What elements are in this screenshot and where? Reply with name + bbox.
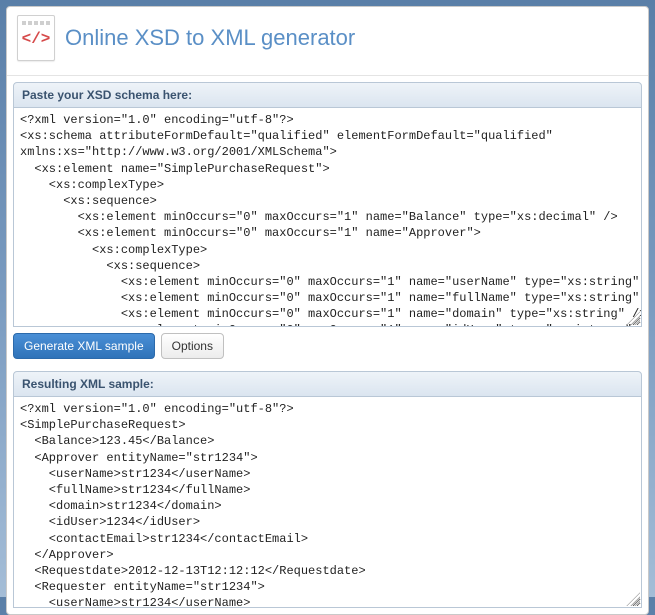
input-label: Paste your XSD schema here: (13, 82, 642, 108)
toolbar: Generate XML sample Options (13, 327, 642, 365)
options-button[interactable]: Options (161, 333, 224, 359)
input-box-wrap: <?xml version="1.0" encoding="utf-8"?> <… (13, 108, 642, 327)
xml-output[interactable]: <?xml version="1.0" encoding="utf-8"?> <… (14, 397, 641, 607)
app-header: Online XSD to XML generator (7, 7, 648, 76)
output-label: Resulting XML sample: (13, 371, 642, 397)
main-content: Paste your XSD schema here: <?xml versio… (7, 82, 648, 614)
output-box-wrap: <?xml version="1.0" encoding="utf-8"?> <… (13, 397, 642, 608)
xsd-input[interactable]: <?xml version="1.0" encoding="utf-8"?> <… (14, 108, 641, 326)
page-title: Online XSD to XML generator (65, 25, 355, 51)
app-card: Online XSD to XML generator Paste your X… (6, 6, 649, 615)
generate-button[interactable]: Generate XML sample (13, 333, 155, 359)
app-logo-icon (17, 15, 55, 61)
